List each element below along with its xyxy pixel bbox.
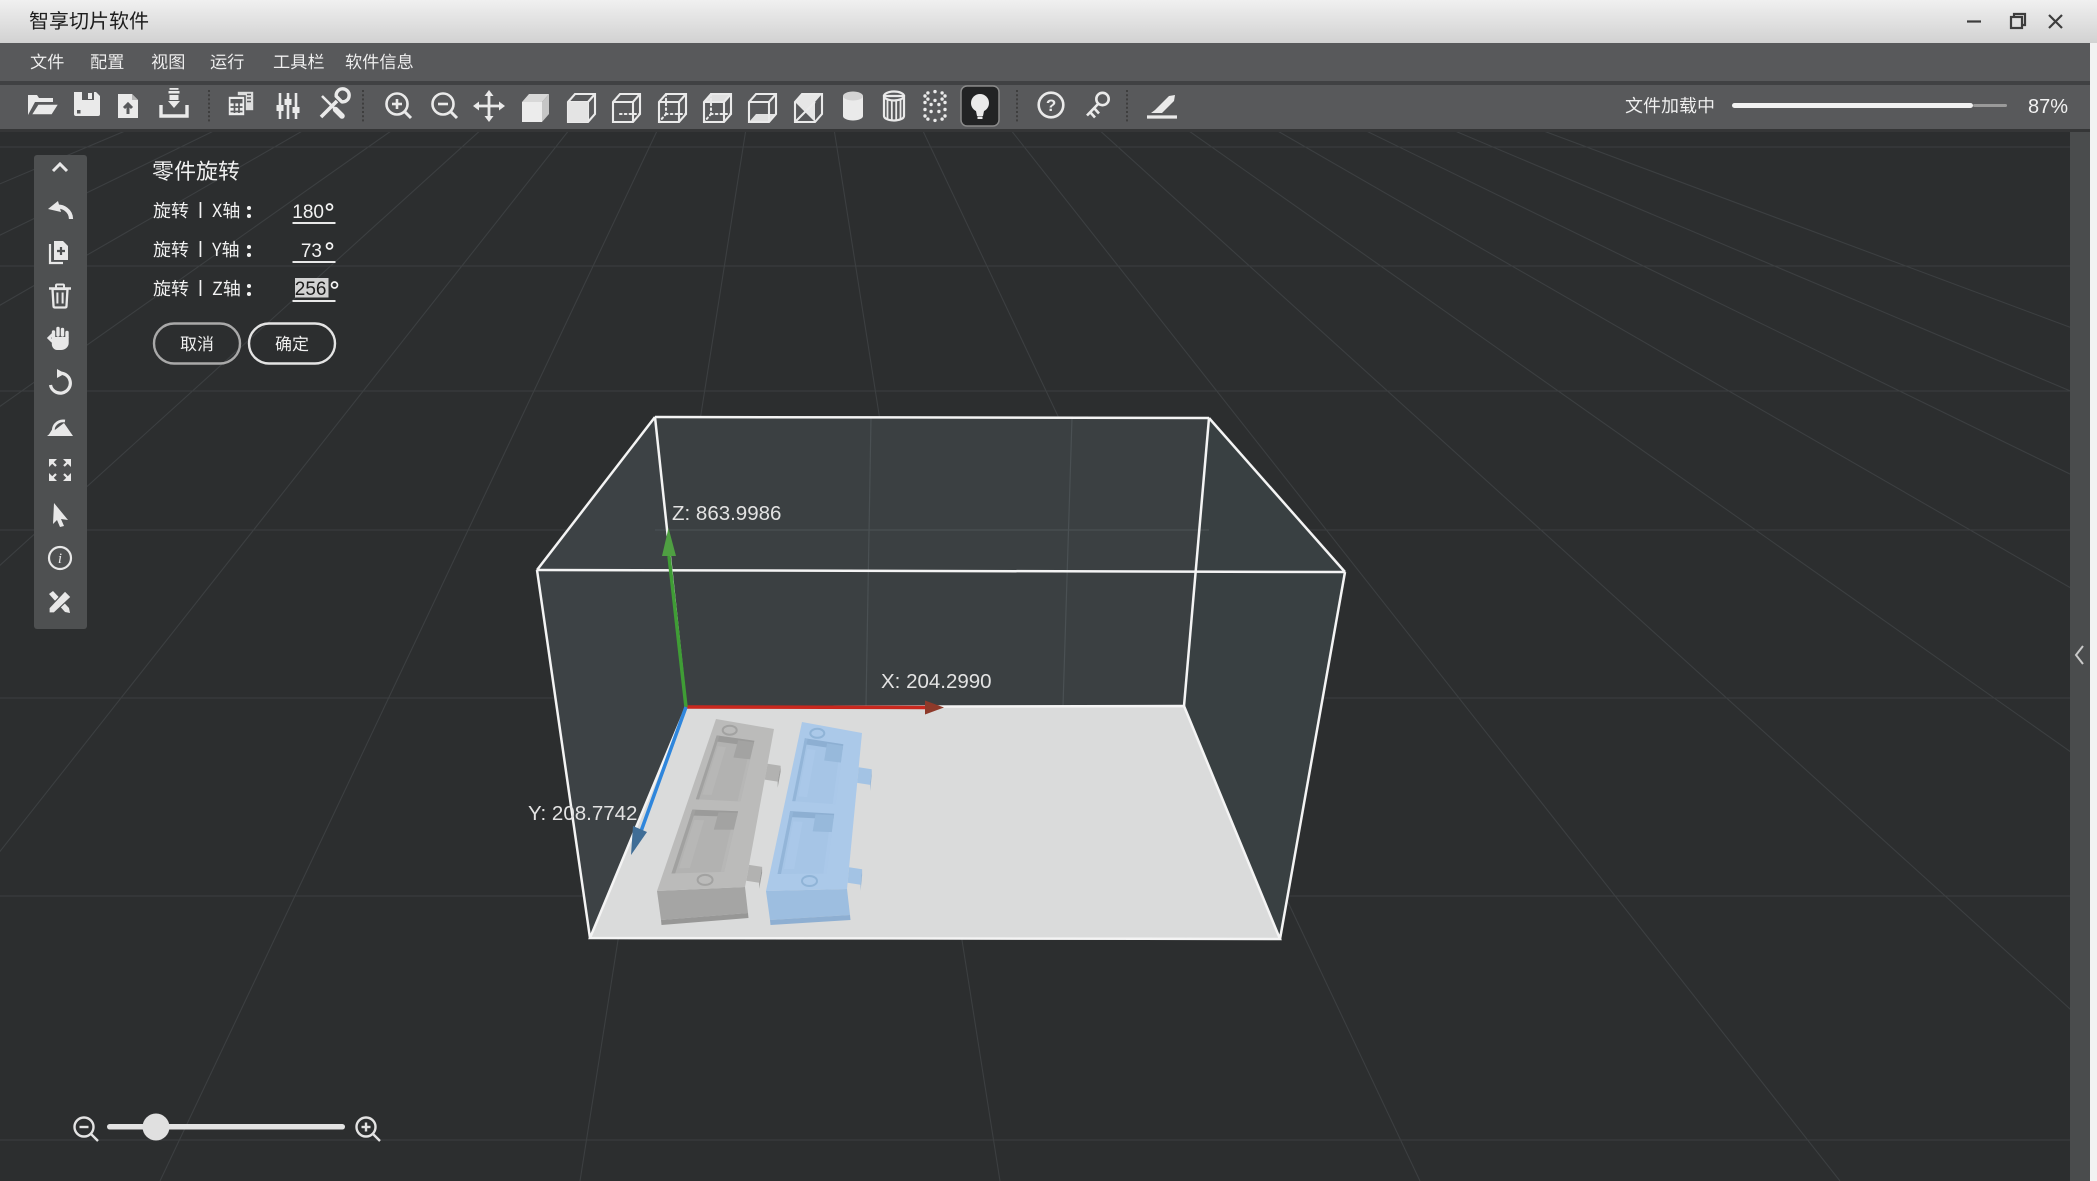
svg-text:256: 256 bbox=[295, 279, 327, 300]
svg-text:X: 204.2990: X: 204.2990 bbox=[881, 670, 992, 693]
svg-text:?: ? bbox=[1046, 96, 1056, 115]
svg-text:i: i bbox=[58, 551, 62, 567]
svg-text:180: 180 bbox=[292, 202, 324, 223]
svg-text:73: 73 bbox=[301, 241, 322, 262]
svg-text:87%: 87% bbox=[2028, 96, 2068, 118]
svg-text:Z: 863.9986: Z: 863.9986 bbox=[672, 502, 781, 525]
svg-text:Y: 208.7742: Y: 208.7742 bbox=[528, 802, 637, 825]
